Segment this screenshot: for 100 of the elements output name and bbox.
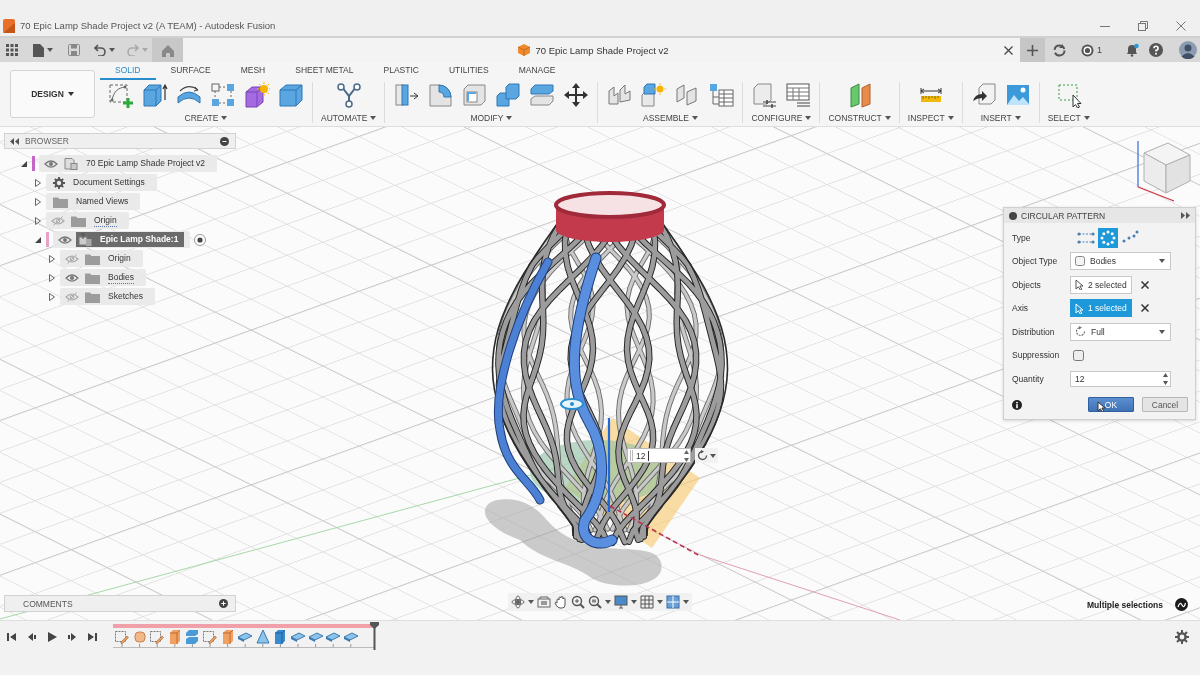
browser-tree-item[interactable]: Epic Lamp Shade:1 [53,231,191,248]
monitor-icon[interactable] [614,595,628,609]
caret-icon[interactable] [657,600,663,604]
grid-icon[interactable] [640,595,654,609]
table-tree-icon[interactable] [708,82,735,108]
toolbar-tab[interactable]: MANAGE [503,65,571,80]
checkbox[interactable] [1073,349,1084,361]
zoom-icon[interactable] [571,595,585,609]
eye-icon[interactable] [58,234,72,245]
quantity-field[interactable]: 12 [627,448,691,463]
node-graph-icon[interactable] [335,82,362,108]
collapsed-triangle-icon[interactable] [48,292,56,301]
dropdown[interactable]: Bodies [1070,252,1171,271]
eye-icon[interactable] [44,158,58,169]
minus-circle-icon[interactable] [220,136,229,146]
box-arrow-in-icon[interactable] [970,82,997,108]
hollow-box-icon[interactable] [461,82,488,108]
restore-icon[interactable] [1138,21,1148,31]
new-tab-button[interactable] [1020,38,1045,62]
skip-end-icon[interactable] [87,632,97,642]
collapsed-triangle-icon[interactable] [34,197,42,206]
caret-icon[interactable] [1159,259,1165,264]
caret-icon[interactable] [221,116,228,120]
toolbar-tab[interactable]: SHEET METAL [280,65,369,80]
box-arrow-icon[interactable] [142,82,168,108]
timeline-marker-icon[interactable] [370,622,379,650]
caret-icon[interactable] [528,600,534,604]
image-icon[interactable] [1004,82,1031,108]
browser-tree-item[interactable]: Bodies [60,269,146,286]
toolbar-group-dropdown[interactable]: AUTOMATE [321,113,377,123]
cube-icon[interactable] [278,82,304,108]
caret-icon[interactable] [631,600,637,604]
info-icon[interactable] [1012,399,1022,410]
cancel-button[interactable]: Cancel [1142,397,1188,412]
browser-tree-item[interactable]: 70 Epic Lamp Shade Project v2 [39,155,218,172]
stacked-blocks-icon[interactable] [495,82,522,108]
toolbar-group-dropdown[interactable]: CONSTRUCT [828,113,891,123]
cube-star-icon[interactable] [244,82,270,108]
direction-dropdown[interactable] [695,448,718,463]
toolbar-group-dropdown[interactable]: ASSEMBLE [643,113,698,123]
box-sliders-icon[interactable] [751,82,778,108]
double-chevron-icon[interactable] [10,137,19,145]
dot-icon[interactable] [1009,211,1017,220]
caret-icon[interactable] [109,48,115,52]
help-icon[interactable] [1149,43,1163,57]
step-back-icon[interactable] [27,632,37,642]
rounded-block-icon[interactable] [131,629,147,644]
sketch-pencil-icon[interactable] [149,629,165,644]
bent-plates-icon[interactable] [606,82,633,108]
toolbar-tab[interactable]: UTILITIES [433,65,504,80]
window-frame-icon[interactable] [537,595,551,609]
cube-icon[interactable] [272,629,288,644]
sketch-pencil-icon[interactable] [201,629,217,644]
move-arrows-icon[interactable] [563,82,590,108]
collapsed-triangle-icon[interactable] [48,273,56,282]
browser-tree-item[interactable]: Sketches [60,288,155,305]
radio-icon[interactable] [194,233,207,246]
caret-icon[interactable] [947,116,954,120]
caret-icon[interactable] [506,116,513,120]
caret-icon[interactable] [1014,116,1021,120]
dot-ring-icon[interactable] [1098,227,1118,248]
table-sliders-icon[interactable] [785,82,812,108]
toolbar-group-dropdown[interactable]: INSERT [980,113,1021,123]
expanded-triangle-icon[interactable] [34,235,42,244]
gear-icon[interactable] [1175,630,1189,644]
toolbar-tab[interactable]: MESH [225,65,281,80]
browser-tree-item[interactable]: Document Settings [46,174,157,191]
toolbar-group-dropdown[interactable]: SELECT [1047,113,1090,123]
file-icon[interactable] [33,43,44,57]
ok-button[interactable]: OK [1088,397,1134,412]
browser-tree-item[interactable]: Named Views [46,193,141,210]
toolbar-tab[interactable]: SOLID [100,65,156,80]
dashed-selection-icon[interactable] [1055,82,1082,108]
collapsed-triangle-icon[interactable] [48,254,56,263]
caret-icon[interactable] [805,116,812,120]
jobs-button[interactable]: 1 [1081,43,1102,57]
slab-arrow-icon[interactable] [393,82,420,108]
toolbar-group-dropdown[interactable]: INSPECT [907,113,954,123]
undo-icon[interactable] [94,44,106,56]
double-chevron-icon[interactable] [1181,212,1190,219]
close-icon[interactable] [1004,45,1013,55]
dropdown[interactable]: Full [1070,322,1171,341]
stacked-slabs-icon[interactable] [184,629,200,644]
browser-tree-item[interactable]: Origin [60,250,143,267]
workspace-dropdown[interactable]: DESIGN [10,70,95,118]
toolbar-group-dropdown[interactable]: CREATE [184,113,228,123]
step-forward-icon[interactable] [67,632,77,642]
toolbar-tab[interactable]: SURFACE [155,65,226,80]
expanded-triangle-icon[interactable] [20,159,28,168]
cubes-star-icon[interactable] [640,82,667,108]
caret-icon[interactable] [67,92,74,96]
spinner-icon[interactable] [684,449,689,462]
sketch-pencil-icon[interactable] [114,629,129,644]
caret-icon[interactable] [370,116,377,120]
caret-icon[interactable] [683,600,689,604]
caret-icon[interactable] [884,116,891,120]
selection-button[interactable]: 2 selected [1070,275,1132,294]
toolbar-group-dropdown[interactable]: MODIFY [470,113,513,123]
browser-tree-item[interactable]: Origin [46,212,129,229]
eye-icon[interactable] [65,272,79,283]
